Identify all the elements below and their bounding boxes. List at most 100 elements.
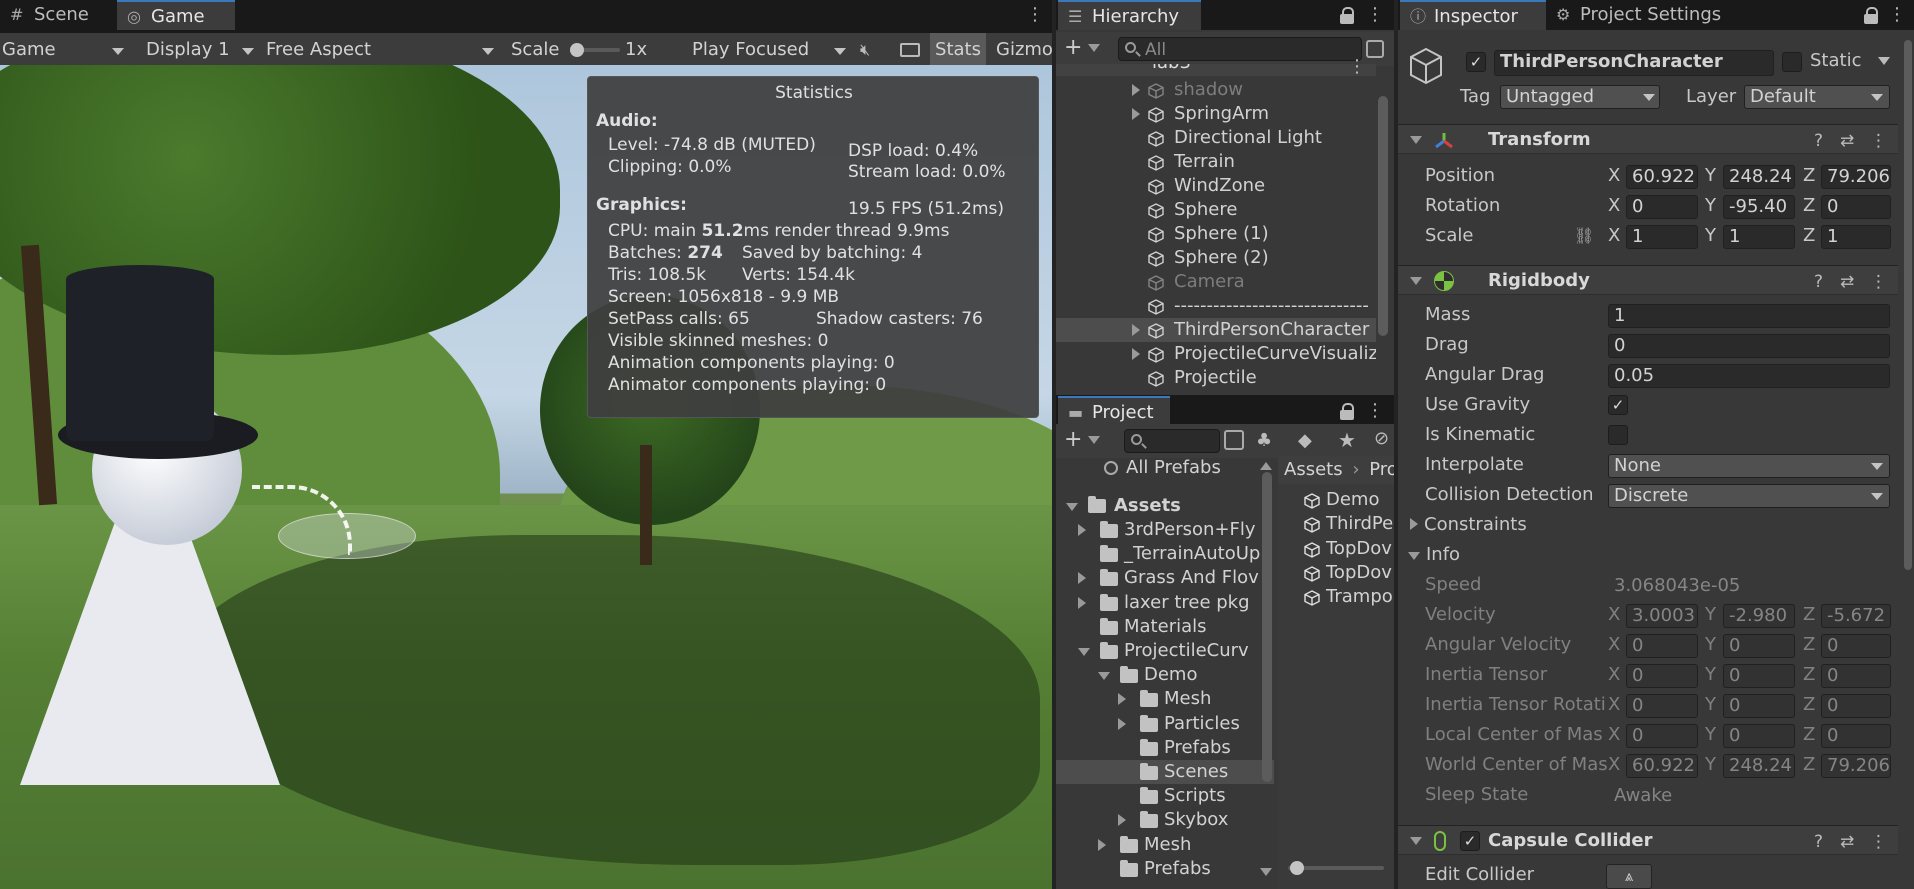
inspector-menu-icon[interactable]: ⋮ [1888,6,1906,24]
active-checkbox[interactable]: ✓ [1466,52,1486,72]
collision-detection-dropdown[interactable]: Discrete [1608,484,1890,508]
icon-size-slider-handle[interactable] [1290,861,1304,875]
search-by-type-icon[interactable] [1224,430,1244,450]
chevron-right-icon[interactable] [1132,108,1140,120]
presets-icon[interactable]: ⇄ [1840,272,1854,292]
chevron-right-icon[interactable] [1118,717,1126,730]
game-panel-menu-icon[interactable]: ⋮ [1026,6,1044,24]
help-icon[interactable]: ? [1814,832,1823,852]
position-z-field[interactable]: 79.206 [1821,165,1891,189]
gizmos-button[interactable]: Gizmos [996,33,1052,67]
edit-collider-button[interactable]: ⩓ [1606,864,1652,889]
scroll-down-icon[interactable] [1260,868,1272,876]
project-add-button[interactable]: + [1064,428,1104,452]
chevron-right-icon[interactable] [1078,572,1086,585]
keyboard-icon[interactable] [898,33,924,67]
tab-game[interactable]: ◎ Game [117,0,235,30]
hierarchy-item[interactable]: ProjectileCurveVisualiz [1056,342,1376,366]
tag-dropdown[interactable]: Untagged [1500,85,1660,109]
tab-project[interactable]: ▬ Project [1058,396,1170,426]
hierarchy-item[interactable]: Terrain [1056,150,1376,174]
favorite-star-icon[interactable]: ★ [1338,428,1356,452]
is-kinematic-checkbox[interactable] [1608,425,1628,445]
project-folder-item[interactable]: Demo [1056,663,1274,687]
breadcrumb-assets[interactable]: Assets [1284,459,1343,480]
project-folder-item[interactable]: Skybox [1056,808,1274,832]
assets-root[interactable]: Assets [1066,494,1181,518]
favorites-item[interactable]: All Prefabs [1104,456,1221,480]
chevron-right-icon[interactable] [1132,348,1140,360]
chevron-right-icon[interactable] [1132,84,1140,96]
tab-hierarchy[interactable]: ☰ Hierarchy [1058,0,1201,30]
hierarchy-item[interactable]: Projectile [1056,366,1376,390]
chevron-right-icon[interactable] [1098,838,1106,851]
component-menu-icon[interactable]: ⋮ [1870,832,1887,852]
object-name-field[interactable]: ThirdPersonCharacter [1494,50,1774,76]
mute-audio-icon[interactable]: 🔇︎ [860,33,886,67]
presets-icon[interactable]: ⇄ [1840,131,1854,151]
project-folder-item[interactable]: Materials [1056,615,1274,639]
component-menu-icon[interactable]: ⋮ [1870,272,1887,292]
chevron-down-icon[interactable] [1098,672,1110,681]
position-y-field[interactable]: 248.24 [1723,165,1795,189]
constrain-proportions-icon[interactable]: ⛓ [1574,226,1594,245]
project-folder-item[interactable]: laxer tree pkg [1056,591,1274,615]
label-tag-icon[interactable]: ◆ [1298,430,1312,451]
tab-project-settings[interactable]: ⚙ Project Settings [1546,0,1746,30]
chevron-right-icon[interactable] [1078,524,1086,536]
layer-dropdown[interactable]: Default [1744,85,1890,109]
display-mode-dropdown[interactable]: Game [2,33,130,67]
chevron-right-icon[interactable] [1078,596,1086,609]
chevron-right-icon[interactable] [1132,324,1140,336]
play-mode-dropdown[interactable]: Play Focused [692,33,850,67]
presets-icon[interactable]: ⇄ [1840,832,1854,852]
project-folder-item[interactable]: Scripts [1056,784,1274,808]
hierarchy-item[interactable]: Directional Light [1056,126,1376,150]
project-folder-item[interactable]: Particles [1056,712,1274,736]
scene-visibility-icon[interactable] [1366,40,1384,58]
help-icon[interactable]: ? [1814,131,1823,151]
project-folder-item[interactable]: 3rdPerson+Fly [1056,518,1274,542]
scale-slider[interactable] [570,43,620,57]
hierarchy-scene-row[interactable]: lab3 [1056,64,1376,76]
display-dropdown[interactable]: Display 1 [146,33,256,67]
tab-inspector[interactable]: ⓘ Inspector [1400,0,1546,30]
project-folder-item[interactable]: Scenes [1056,760,1274,784]
rotation-z-field[interactable]: 0 [1821,195,1891,219]
hierarchy-item[interactable]: WindZone [1056,174,1376,198]
project-search-input[interactable] [1124,429,1220,453]
hierarchy-item[interactable]: shadow [1056,78,1376,102]
stats-button[interactable]: Stats [930,33,986,67]
project-menu-icon[interactable]: ⋮ [1366,402,1384,420]
project-folder-item[interactable]: Prefabs [1056,857,1274,881]
breadcrumb-current[interactable]: Pro [1369,459,1394,480]
project-folder-item[interactable]: _TerrainAutoUp [1056,542,1274,566]
drag-field[interactable]: 0 [1608,334,1890,358]
position-x-field[interactable]: 60.922 [1626,165,1698,189]
hierarchy-item[interactable]: SpringArm [1056,102,1376,126]
hierarchy-item[interactable]: Sphere [1056,198,1376,222]
hidden-packages-icon[interactable]: ⊘ [1374,428,1389,449]
scale-z-field[interactable]: 1 [1821,225,1891,249]
lock-icon[interactable] [1340,7,1354,24]
inspector-scrollbar[interactable] [1904,40,1912,570]
chevron-down-icon[interactable] [1078,648,1090,656]
capsule-collider-header[interactable]: ✓ Capsule Collider ? ⇄ ⋮ [1398,825,1898,855]
hierarchy-search-input[interactable]: All [1118,37,1362,61]
rigidbody-header[interactable]: Rigidbody ? ⇄ ⋮ [1398,265,1898,295]
help-icon[interactable]: ? [1814,272,1823,292]
rotation-y-field[interactable]: -95.40 [1723,195,1795,219]
static-checkbox[interactable] [1782,52,1802,72]
angular-drag-field[interactable]: 0.05 [1608,364,1890,388]
hierarchy-item[interactable]: ------------------------------ [1056,294,1376,318]
hierarchy-menu-icon[interactable]: ⋮ [1366,6,1384,24]
filter-type-icon[interactable]: ♣ [1256,430,1272,451]
chevron-right-icon[interactable] [1118,814,1126,827]
project-folder-item[interactable]: Grass And Flov [1056,566,1274,590]
static-dropdown-caret[interactable] [1878,57,1890,65]
project-folder-item[interactable]: ProjectileCurv [1056,639,1274,663]
hierarchy-add-button[interactable]: + [1064,36,1104,60]
scale-slider-handle[interactable] [570,43,584,57]
chevron-right-icon[interactable] [1118,693,1126,706]
hierarchy-item[interactable]: Camera [1056,270,1376,294]
